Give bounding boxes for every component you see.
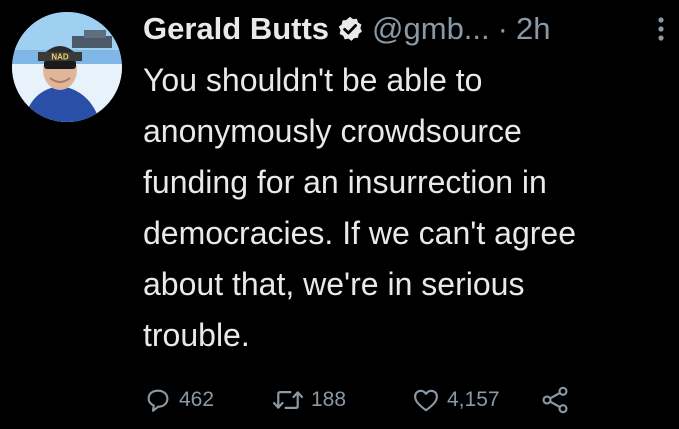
verified-badge-icon [336, 15, 364, 43]
avatar-photo: NAD [12, 12, 122, 122]
author-handle[interactable]: @gmb... [372, 11, 490, 47]
avatar[interactable]: NAD [12, 12, 122, 122]
tweet-header: Gerald Butts @gmb... · 2h [143, 8, 669, 50]
more-icon[interactable] [653, 14, 669, 44]
share-icon [539, 384, 571, 416]
separator-dot: · [497, 11, 508, 46]
author-name[interactable]: Gerald Butts [143, 11, 329, 47]
like-button[interactable]: 4,157 [411, 385, 539, 415]
reply-count: 462 [179, 388, 215, 411]
timestamp[interactable]: 2h [516, 11, 550, 47]
reply-icon [143, 385, 173, 415]
reply-button[interactable]: 462 [143, 385, 271, 415]
tweet-text: You shouldn't be able to anonymously cro… [143, 62, 576, 353]
avatar-hat-text: NAD [51, 53, 69, 62]
action-bar: 462 188 4,157 [143, 380, 571, 420]
like-count: 4,157 [447, 388, 500, 411]
share-button[interactable] [539, 384, 571, 416]
retweet-button[interactable]: 188 [271, 385, 411, 415]
heart-icon [411, 385, 441, 415]
retweet-count: 188 [311, 388, 347, 411]
retweet-icon [271, 385, 305, 415]
